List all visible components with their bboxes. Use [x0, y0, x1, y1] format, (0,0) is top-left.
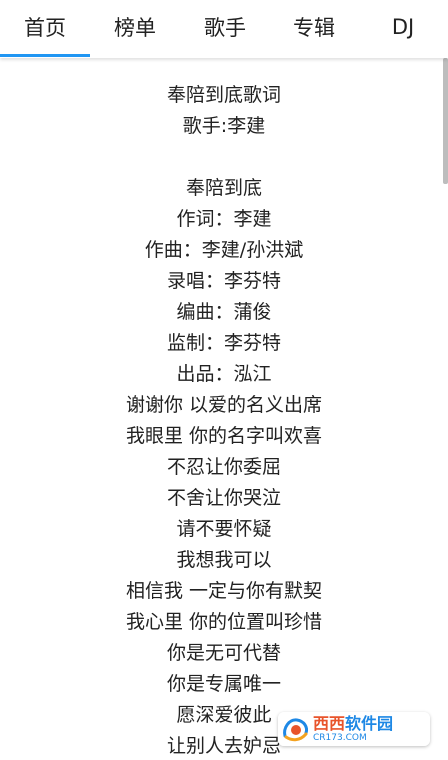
lyrics-block: 奉陪到底歌词 歌手:李建 奉陪到底作词：李建作曲：李建/孙洪斌 录唱：李芬特 编曲：…: [0, 80, 448, 760]
lyric-line: 奉陪到底: [185, 177, 262, 199]
tab-charts[interactable]: 榜单: [90, 0, 180, 54]
tab-albums[interactable]: 专辑: [270, 0, 358, 54]
lyric-line: 监制：李芬特: [166, 332, 281, 354]
lyrics-singer: 歌手:李建: [182, 115, 266, 137]
lyric-line: 作曲：李建/孙洪斌: [144, 239, 304, 261]
lyric-line: 我心里 你的位置叫珍惜: [125, 611, 323, 633]
lyrics-title: 奉陪到底歌词: [166, 84, 281, 106]
xixi-logo-icon: [283, 718, 308, 742]
watermark-name: 西西软件园: [313, 715, 393, 733]
lyric-line: 我眼里 你的名字叫欢喜: [125, 425, 323, 447]
site-watermark: 西西软件园 CR173.COM: [278, 712, 430, 746]
tab-home[interactable]: 首页: [0, 0, 90, 54]
tab-singers[interactable]: 歌手: [180, 0, 270, 54]
lyric-line: 编曲：蒲俊: [176, 301, 272, 323]
lyric-line: 我想我可以: [176, 549, 272, 571]
lyric-line: 不舍让你哭泣: [166, 487, 281, 509]
lyric-line: 请不要怀疑: [176, 518, 272, 540]
lyric-line: 作词：李建: [176, 208, 272, 230]
lyric-line: 相信我 一定与你有默契: [125, 580, 323, 602]
watermark-name-a: 西西: [313, 714, 346, 733]
lyric-line: 录唱：李芬特: [166, 270, 281, 292]
top-tab-bar: 首页 榜单 歌手 专辑 DJ: [0, 0, 448, 58]
lyrics-spacer: [0, 142, 448, 173]
watermark-text: 西西软件园 CR173.COM: [313, 715, 393, 744]
watermark-url: CR173.COM: [313, 733, 367, 743]
lyric-line: 出品：泓江: [176, 363, 272, 385]
lyric-line: 你是专属唯一: [166, 673, 281, 695]
lyrics-content[interactable]: 奉陪到底歌词 歌手:李建 奉陪到底作词：李建作曲：李建/孙洪斌 录唱：李芬特 编曲：…: [0, 58, 448, 760]
watermark-name-b: 软件园: [345, 714, 394, 733]
active-tab-indicator: [0, 54, 90, 57]
tab-dj[interactable]: DJ: [358, 0, 448, 54]
lyric-lines: 奉陪到底作词：李建作曲：李建/孙洪斌 录唱：李芬特 编曲：蒲俊监制：李芬特 出品：泓江…: [0, 173, 448, 760]
lyric-line: 谢谢你 以爱的名义出席: [125, 394, 323, 416]
lyric-line: 不忍让你委屈: [166, 456, 281, 478]
lyric-line: 你是无可代替: [166, 642, 281, 664]
scrollbar-thumb[interactable]: [443, 58, 448, 184]
